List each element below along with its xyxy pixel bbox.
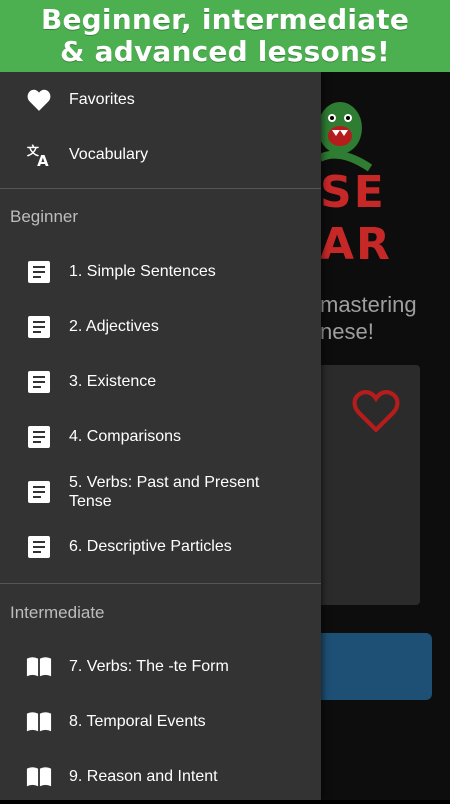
navigation-drawer: Favorites 文 A Vocabulary Beginner 1. Sim… [0,72,321,800]
lesson-label: 9. Reason and Intent [69,768,218,785]
lesson-item[interactable]: 3. Existence [0,354,321,409]
logo-text-line-2: AR [320,219,392,270]
lesson-label: 3. Existence [69,373,157,390]
drawer-item-label: Favorites [69,91,135,108]
lesson-item[interactable]: 1. Simple Sentences [0,244,321,299]
lesson-label: 8. Temporal Events [69,713,206,730]
document-icon [26,534,52,560]
favorite-heart-icon[interactable] [350,388,402,434]
lesson-item[interactable]: 7. Verbs: The -te Form [0,639,321,694]
lesson-item[interactable]: 9. Reason and Intent [0,749,321,804]
banner-line-2: & advanced lessons! [60,35,390,68]
drawer-item-favorites[interactable]: Favorites [0,72,321,127]
heart-icon [26,87,52,113]
lesson-item[interactable]: 2. Adjectives [0,299,321,354]
lesson-label: 5. Verbs: Past and Present Tense [69,473,260,510]
svg-text:A: A [37,152,49,169]
lesson-item[interactable]: 5. Verbs: Past and Present Tense [0,464,321,519]
promo-banner: Beginner, intermediate & advanced lesson… [0,0,450,72]
banner-line-1: Beginner, intermediate [40,3,410,36]
tagline-line-1: mastering [320,292,417,317]
book-icon [26,654,52,680]
document-icon [26,369,52,395]
logo-text-line-1: SE [320,167,386,218]
translate-icon: 文 A [26,142,52,169]
divider [0,583,321,584]
document-icon [26,479,52,505]
drawer-item-vocabulary[interactable]: 文 A Vocabulary [0,127,321,182]
section-header-intermediate: Intermediate [10,603,105,622]
lesson-label: 1. Simple Sentences [69,263,216,280]
book-icon [26,764,52,790]
document-icon [26,259,52,285]
tagline-line-2: nese! [320,319,374,344]
lesson-label: 4. Comparisons [69,428,182,445]
document-icon [26,314,52,340]
drawer-item-label: Vocabulary [69,146,149,163]
lesson-label: 2. Adjectives [69,318,159,335]
lesson-item[interactable]: 8. Temporal Events [0,694,321,749]
document-icon [26,424,52,450]
lesson-label: 6. Descriptive Particles [69,538,232,555]
lesson-item[interactable]: 4. Comparisons [0,409,321,464]
section-header-beginner: Beginner [10,207,79,226]
divider [0,188,321,189]
book-icon [26,709,52,735]
lesson-item[interactable]: 6. Descriptive Particles [0,519,321,574]
lesson-label: 7. Verbs: The -te Form [69,658,229,675]
